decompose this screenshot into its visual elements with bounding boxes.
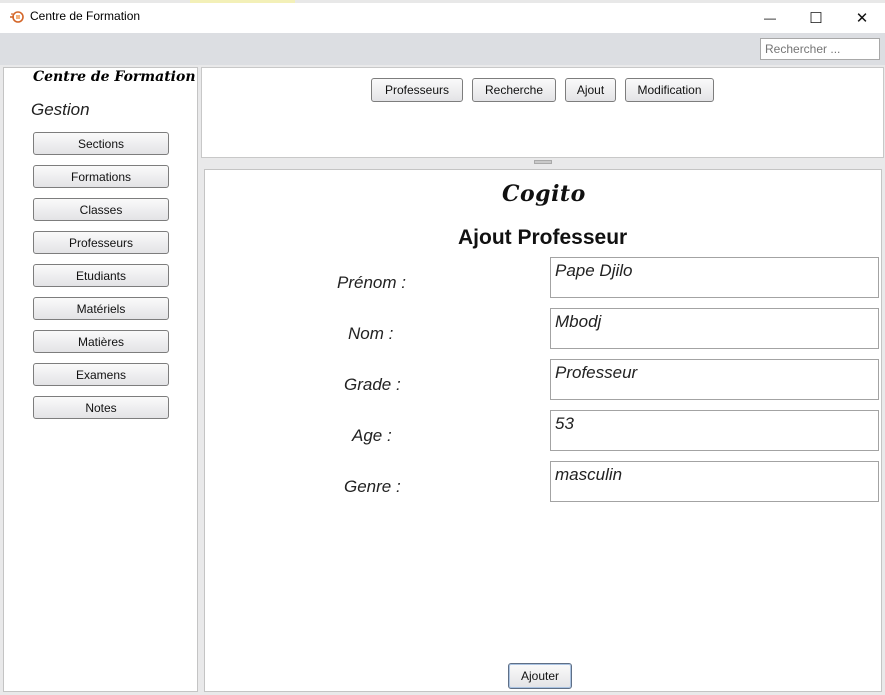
section-label: Gestion bbox=[31, 100, 90, 119]
grade-field[interactable] bbox=[550, 359, 879, 400]
nom-label: Nom : bbox=[348, 324, 394, 343]
window-title: Centre de Formation bbox=[30, 9, 141, 23]
age-label: Age : bbox=[352, 426, 392, 445]
genre-field[interactable] bbox=[550, 461, 879, 502]
sidebar-item-sections[interactable]: Sections bbox=[33, 132, 169, 155]
close-button[interactable]: ✕ bbox=[839, 3, 885, 33]
app-icon bbox=[10, 11, 24, 23]
tab-modification[interactable]: Modification bbox=[625, 78, 714, 102]
brand-title: Centre de Formation bbox=[33, 69, 196, 85]
toolbar bbox=[0, 33, 885, 65]
search-input[interactable] bbox=[760, 38, 880, 60]
nom-field[interactable] bbox=[550, 308, 879, 349]
sidebar-item-etudiants[interactable]: Etudiants bbox=[33, 264, 169, 287]
close-icon: ✕ bbox=[855, 10, 869, 27]
ajouter-button[interactable]: Ajouter bbox=[508, 663, 572, 689]
sidebar-item-matieres[interactable]: Matières bbox=[33, 330, 169, 353]
sidebar-item-examens[interactable]: Examens bbox=[33, 363, 169, 386]
maximize-icon: ☐ bbox=[809, 10, 823, 27]
sidebar-item-professeurs[interactable]: Professeurs bbox=[33, 231, 169, 254]
tab-professeurs[interactable]: Professeurs bbox=[371, 78, 463, 102]
sidebar-item-formations[interactable]: Formations bbox=[33, 165, 169, 188]
split-divider-handle[interactable] bbox=[534, 160, 552, 164]
minimize-icon: — bbox=[764, 11, 776, 25]
sidebar-item-notes[interactable]: Notes bbox=[33, 396, 169, 419]
sidebar-item-classes[interactable]: Classes bbox=[33, 198, 169, 221]
form-title: Ajout Professeur bbox=[458, 226, 628, 249]
maximize-button[interactable]: ☐ bbox=[793, 3, 839, 33]
sidebar-item-materiels[interactable]: Matériels bbox=[33, 297, 169, 320]
genre-label: Genre : bbox=[344, 477, 401, 496]
tab-recherche[interactable]: Recherche bbox=[472, 78, 556, 102]
prenom-label: Prénom : bbox=[337, 273, 406, 292]
grade-label: Grade : bbox=[344, 375, 401, 394]
prenom-field[interactable] bbox=[550, 257, 879, 298]
tab-ajout[interactable]: Ajout bbox=[565, 78, 616, 102]
age-field[interactable] bbox=[550, 410, 879, 451]
minimize-button[interactable]: — bbox=[747, 3, 793, 33]
cogito-logo: Cogito bbox=[502, 181, 586, 207]
